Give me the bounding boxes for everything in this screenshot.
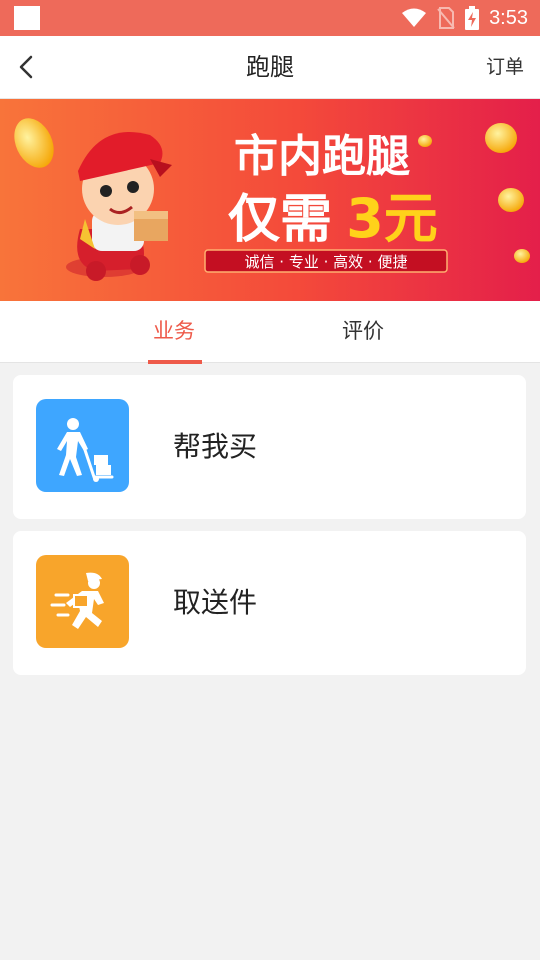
page-title: 跑腿 xyxy=(246,53,294,81)
banner-tagline: 诚信 · 专业 · 高效 · 便捷 xyxy=(245,253,408,271)
tab-active-indicator xyxy=(148,360,202,364)
coin-icon xyxy=(498,188,524,212)
service-card-buy[interactable]: 帮我买 xyxy=(13,375,526,519)
app-header: 跑腿 订单 xyxy=(0,36,540,99)
promo-banner[interactable]: 市内跑腿 仅需 3元 诚信 · 专业 · 高效 · 便捷 xyxy=(0,99,540,301)
service-label-delivery: 取送件 xyxy=(173,586,258,619)
running-courier-icon xyxy=(36,555,129,648)
coin-icon xyxy=(418,135,432,147)
service-card-delivery[interactable]: 取送件 xyxy=(13,531,526,675)
coin-icon xyxy=(514,249,530,263)
banner-headline-line1: 市内跑腿 xyxy=(234,131,410,182)
banner-headline-prefix: 仅需 xyxy=(228,190,332,250)
wifi-icon xyxy=(402,8,427,27)
no-sim-icon xyxy=(437,7,455,29)
hand-truck-person-icon xyxy=(36,399,129,492)
notification-icon xyxy=(14,6,40,30)
banner-price: 3元 xyxy=(346,187,438,250)
tab-reviews[interactable]: 评价 xyxy=(342,301,384,363)
service-label-buy: 帮我买 xyxy=(173,430,258,463)
tab-bar: 业务 评价 xyxy=(0,301,540,364)
tab-business[interactable]: 业务 xyxy=(153,301,195,363)
battery-charging-icon xyxy=(465,6,480,30)
coin-icon xyxy=(485,123,517,153)
orders-button[interactable]: 订单 xyxy=(486,36,524,98)
banner-graphic: 市内跑腿 仅需 3元 诚信 · 专业 · 高效 · 便捷 xyxy=(0,99,540,301)
status-bar: 3:53 xyxy=(0,0,540,36)
status-time: 3:53 xyxy=(489,6,528,29)
